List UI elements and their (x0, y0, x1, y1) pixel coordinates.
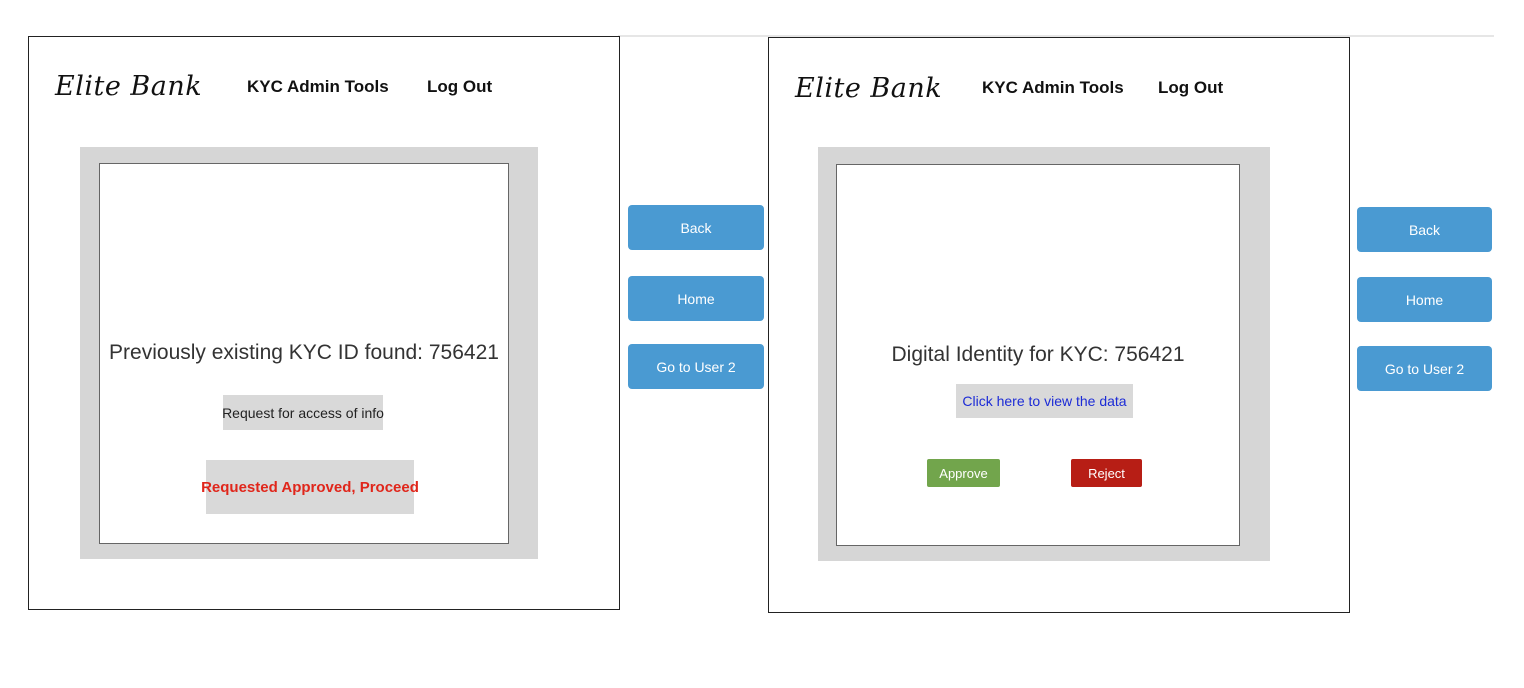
nav-kyc-admin-tools[interactable]: KYC Admin Tools (247, 77, 389, 97)
content-frame: Previously existing KYC ID found: 756421… (80, 147, 538, 559)
nav-log-out[interactable]: Log Out (1158, 78, 1223, 98)
request-access-button[interactable]: Request for access of info (222, 395, 384, 430)
screen-1-window: Elite Bank KYC Admin Tools Log Out Previ… (28, 36, 620, 610)
brand-logo: Elite Bank (795, 73, 943, 104)
back-button[interactable]: Back (628, 205, 764, 250)
brand-logo: Elite Bank (55, 71, 203, 102)
home-button[interactable]: Home (1357, 277, 1492, 322)
nav-kyc-admin-tools[interactable]: KYC Admin Tools (982, 78, 1124, 98)
content-frame: Digital Identity for KYC: 756421 Click h… (818, 147, 1270, 561)
content-panel: Previously existing KYC ID found: 756421… (99, 163, 509, 544)
kyc-found-message: Previously existing KYC ID found: 756421 (109, 341, 499, 364)
home-button[interactable]: Home (628, 276, 764, 321)
nav-log-out[interactable]: Log Out (427, 77, 492, 97)
reject-button[interactable]: Reject (1071, 459, 1142, 487)
view-data-button[interactable]: Click here to view the data (956, 384, 1133, 418)
go-to-user-2-button[interactable]: Go to User 2 (628, 344, 764, 389)
digital-identity-message: Digital Identity for KYC: 756421 (891, 343, 1185, 366)
back-button[interactable]: Back (1357, 207, 1492, 252)
screen-2-window: Elite Bank KYC Admin Tools Log Out Digit… (768, 37, 1350, 613)
request-approved-button[interactable]: Requested Approved, Proceed (201, 460, 419, 514)
content-panel: Digital Identity for KYC: 756421 Click h… (836, 164, 1240, 546)
approve-button[interactable]: Approve (927, 459, 1000, 487)
go-to-user-2-button[interactable]: Go to User 2 (1357, 346, 1492, 391)
